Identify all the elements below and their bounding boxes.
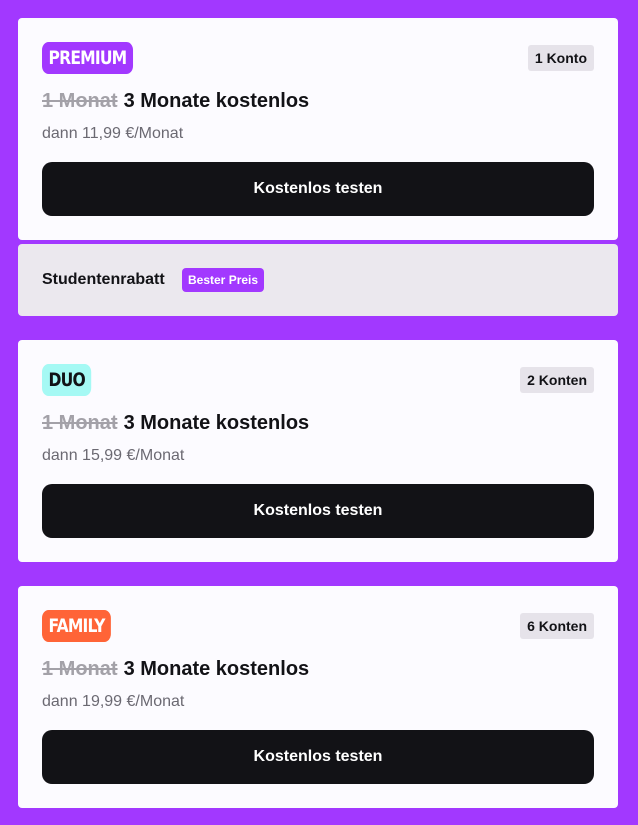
offer-text: 3 Monate kostenlos bbox=[123, 412, 310, 434]
price-text: dann 11,99 €/Monat bbox=[42, 125, 184, 142]
accounts-badge: 2 Konten bbox=[520, 367, 594, 393]
offer-text: 3 Monate kostenlos bbox=[123, 658, 310, 680]
plan-card-family: FAMILY 6 Konten 1 Monat 3 Monate kostenlo… bbox=[18, 586, 618, 808]
old-period: 1 Monat bbox=[42, 658, 118, 680]
offer-text: 3 Monate kostenlos bbox=[123, 90, 310, 112]
plan-card-premium: PREMIUM 1 Konto 1 Monat 3 Monate kostenlo… bbox=[18, 18, 618, 240]
best-price-badge: Bester Preis bbox=[182, 268, 265, 292]
student-discount-row[interactable]: Studentenrabatt Bester Preis bbox=[18, 244, 618, 316]
accounts-badge: 1 Konto bbox=[527, 45, 594, 71]
plan-badge-premium: PREMIUM bbox=[42, 42, 133, 74]
try-free-button[interactable]: Kostenlos testen bbox=[42, 162, 594, 216]
offer-line: 1 Monat 3 Monate kostenlos bbox=[42, 658, 309, 681]
student-discount-label: Studentenrabatt bbox=[42, 271, 165, 288]
price-text: dann 15,99 €/Monat bbox=[42, 447, 185, 464]
offer-line: 1 Monat 3 Monate kostenlos bbox=[42, 412, 309, 435]
try-free-button[interactable]: Kostenlos testen bbox=[42, 730, 594, 784]
plan-card-duo: DUO 2 Konten 1 Monat 3 Monate kostenlos d… bbox=[18, 340, 618, 562]
try-free-button[interactable]: Kostenlos testen bbox=[42, 484, 594, 538]
offer-line: 1 Monat 3 Monate kostenlos bbox=[42, 90, 309, 113]
old-period: 1 Monat bbox=[42, 412, 118, 434]
plan-badge-duo: DUO bbox=[42, 364, 92, 396]
accounts-badge: 6 Konten bbox=[520, 613, 594, 639]
price-text: dann 19,99 €/Monat bbox=[42, 693, 185, 710]
old-period: 1 Monat bbox=[42, 90, 118, 112]
plan-badge-family: FAMILY bbox=[42, 610, 112, 642]
